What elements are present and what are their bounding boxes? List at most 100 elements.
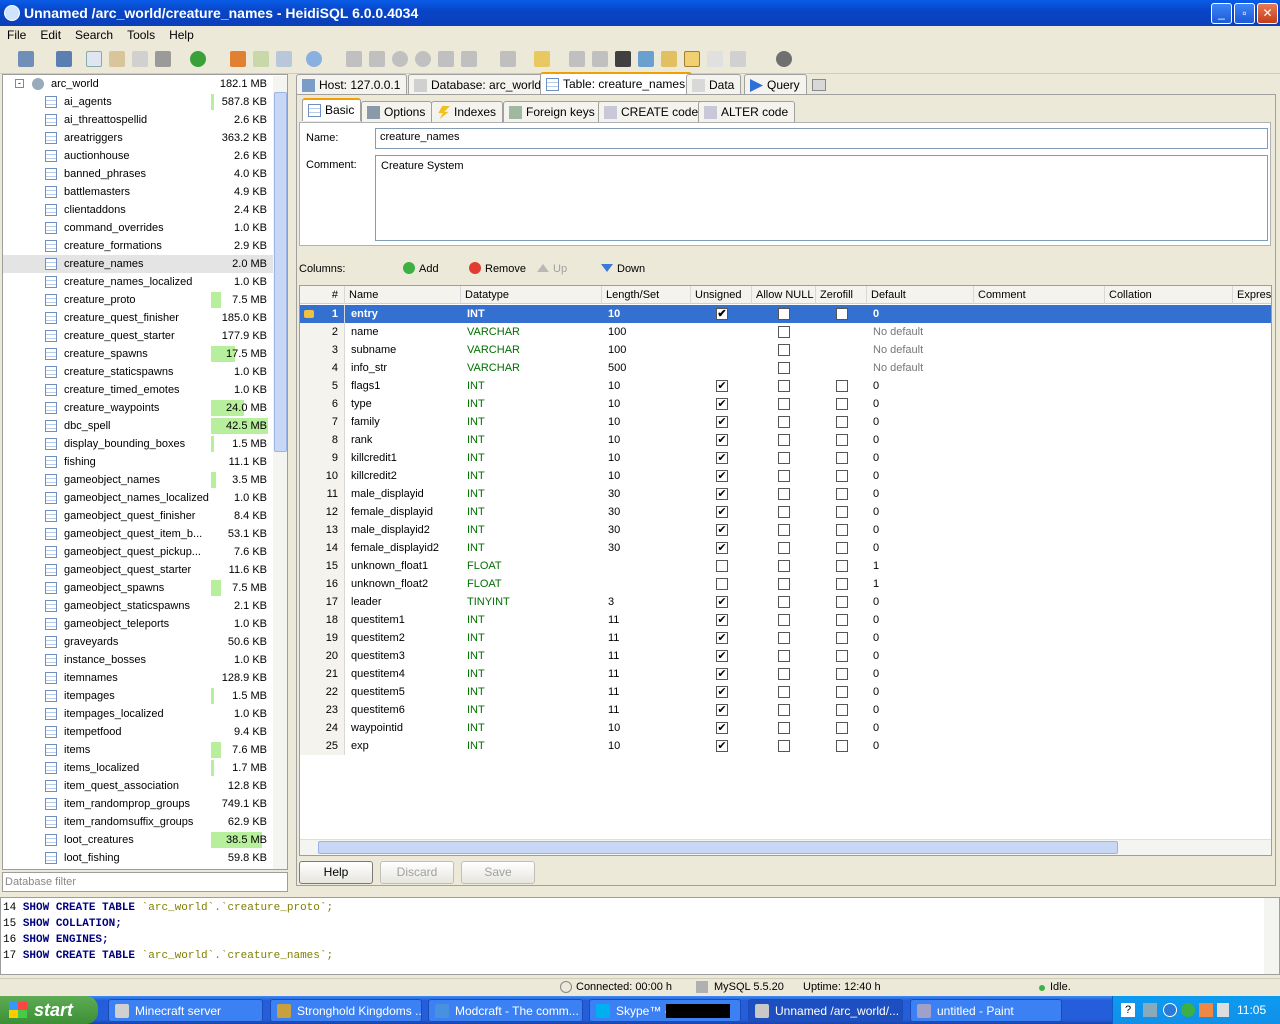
help-icon[interactable] (306, 51, 322, 67)
cell-default[interactable]: 1 (867, 557, 879, 575)
table-row[interactable]: 14 female_displayid2 INT 30 ✔ 0 (300, 539, 1271, 557)
chevron-left-icon[interactable] (1163, 1003, 1177, 1017)
allow-null-checkbox[interactable] (778, 740, 790, 752)
cell-default[interactable]: 0 (867, 647, 879, 665)
zerofill-checkbox[interactable] (836, 704, 848, 716)
save-file-icon[interactable] (569, 51, 585, 67)
zerofill-checkbox[interactable] (836, 524, 848, 536)
help-button[interactable]: Help (299, 861, 373, 884)
tree-table-item[interactable]: creature_quest_starter 177.9 KB (3, 327, 273, 345)
cell-name[interactable]: questitem1 (345, 611, 405, 629)
first-icon[interactable] (346, 51, 362, 67)
cell-datatype[interactable]: TINYINT (461, 593, 510, 611)
cell-datatype[interactable]: INT (461, 629, 485, 647)
tree-table-item[interactable]: creature_quest_finisher 185.0 KB (3, 309, 273, 327)
add-column-button[interactable]: Add (403, 262, 439, 276)
cell-length[interactable]: 30 (602, 503, 620, 521)
table-row[interactable]: 5 flags1 INT 10 ✔ 0 (300, 377, 1271, 395)
cell-default[interactable]: 0 (867, 701, 879, 719)
tab-table[interactable]: Table: creature_names (540, 72, 693, 96)
minimize-button[interactable]: _ (1211, 3, 1232, 24)
cell-default[interactable]: No default (867, 323, 923, 341)
zerofill-checkbox[interactable] (836, 470, 848, 482)
cell-length[interactable]: 10 (602, 719, 620, 737)
zerofill-checkbox[interactable] (836, 488, 848, 500)
skype-status-icon[interactable] (1181, 1003, 1195, 1017)
cell-name[interactable]: unknown_float2 (345, 575, 428, 593)
cell-name[interactable]: family (345, 413, 380, 431)
tree-table-item[interactable]: gameobject_spawns 7.5 MB (3, 579, 273, 597)
cell-datatype[interactable]: INT (461, 395, 485, 413)
cell-default[interactable]: 0 (867, 305, 879, 323)
taskbar-item[interactable]: untitled - Paint (910, 999, 1062, 1022)
allow-null-checkbox[interactable] (778, 632, 790, 644)
tab-data[interactable]: Data (686, 74, 742, 96)
allow-null-checkbox[interactable] (778, 614, 790, 626)
cell-default[interactable]: 0 (867, 467, 879, 485)
cell-datatype[interactable]: INT (461, 665, 485, 683)
column-header[interactable]: Length/Set (602, 286, 691, 304)
tree-table-item[interactable]: itempetfood 9.4 KB (3, 723, 273, 741)
unsigned-checkbox[interactable]: ✔ (716, 632, 728, 644)
zerofill-checkbox[interactable] (836, 308, 848, 320)
post-icon[interactable] (438, 51, 454, 67)
tree-table-item[interactable]: banned_phrases 4.0 KB (3, 165, 273, 183)
tree-table-item[interactable]: loot_creatures 38.5 MB (3, 831, 273, 849)
tree-table-item[interactable]: gameobject_names 3.5 MB (3, 471, 273, 489)
cell-name[interactable]: questitem5 (345, 683, 405, 701)
table-row[interactable]: 1 entry INT 10 ✔ 0 (300, 305, 1271, 323)
cell-name[interactable]: male_displayid (345, 485, 424, 503)
unsigned-checkbox[interactable]: ✔ (716, 380, 728, 392)
cell-name[interactable]: questitem4 (345, 665, 405, 683)
tree-scrollbar[interactable] (273, 76, 287, 869)
cell-default[interactable]: 0 (867, 449, 879, 467)
tree-table-item[interactable]: ai_threattospellid 2.6 KB (3, 111, 273, 129)
allow-null-checkbox[interactable] (778, 488, 790, 500)
cell-name[interactable]: questitem3 (345, 647, 405, 665)
cell-name[interactable]: rank (345, 431, 372, 449)
column-header[interactable]: Zerofill (816, 286, 867, 304)
tree-scroll-thumb[interactable] (274, 92, 287, 452)
connect-icon[interactable] (18, 51, 34, 67)
zerofill-checkbox[interactable] (836, 650, 848, 662)
tree-table-item[interactable]: display_bounding_boxes 1.5 MB (3, 435, 273, 453)
taskbar-item[interactable]: Modcraft - The comm... (428, 999, 583, 1022)
cell-length[interactable]: 11 (602, 665, 619, 683)
cell-name[interactable]: killcredit1 (345, 449, 397, 467)
tree-table-item[interactable]: instance_bosses 1.0 KB (3, 651, 273, 669)
tree-table-item[interactable]: creature_proto 7.5 MB (3, 291, 273, 309)
allow-null-checkbox[interactable] (778, 542, 790, 554)
cell-length[interactable]: 500 (602, 359, 626, 377)
security-icon[interactable] (1199, 1003, 1213, 1017)
column-header[interactable]: Comment (974, 286, 1105, 304)
undo-icon[interactable] (132, 51, 148, 67)
tab-host[interactable]: Host: 127.0.0.1 (296, 74, 408, 96)
cell-datatype[interactable]: INT (461, 485, 485, 503)
cell-default[interactable]: 0 (867, 665, 879, 683)
table-row[interactable]: 11 male_displayid INT 30 ✔ 0 (300, 485, 1271, 503)
warning-icon[interactable] (684, 51, 700, 67)
refresh-icon[interactable] (190, 51, 206, 67)
tree-table-item[interactable]: creature_waypoints 24.0 MB (3, 399, 273, 417)
grid-scroll-thumb[interactable] (318, 841, 1118, 854)
table-row[interactable]: 19 questitem2 INT 11 ✔ 0 (300, 629, 1271, 647)
allow-null-checkbox[interactable] (778, 434, 790, 446)
cell-default[interactable]: 0 (867, 629, 879, 647)
cell-name[interactable]: name (345, 323, 379, 341)
unsigned-checkbox[interactable]: ✔ (716, 614, 728, 626)
cell-name[interactable]: questitem2 (345, 629, 405, 647)
tree-table-item[interactable]: item_quest_association 12.8 KB (3, 777, 273, 795)
save-button[interactable]: Save (461, 861, 535, 884)
tree-table-item[interactable]: item_randomprop_groups 749.1 KB (3, 795, 273, 813)
open-file-icon[interactable] (534, 51, 550, 67)
table-row[interactable]: 3 subname VARCHAR 100 No default (300, 341, 1271, 359)
taskbar-item[interactable]: Skype™ - (589, 999, 741, 1022)
allow-null-checkbox[interactable] (778, 398, 790, 410)
app-icon[interactable] (4, 5, 20, 21)
allow-null-checkbox[interactable] (778, 722, 790, 734)
cell-length[interactable]: 10 (602, 449, 620, 467)
cell-length[interactable] (602, 575, 608, 593)
sql-log-scrollbar[interactable] (1264, 898, 1279, 974)
table-row[interactable]: 22 questitem5 INT 11 ✔ 0 (300, 683, 1271, 701)
cell-name[interactable]: type (345, 395, 372, 413)
